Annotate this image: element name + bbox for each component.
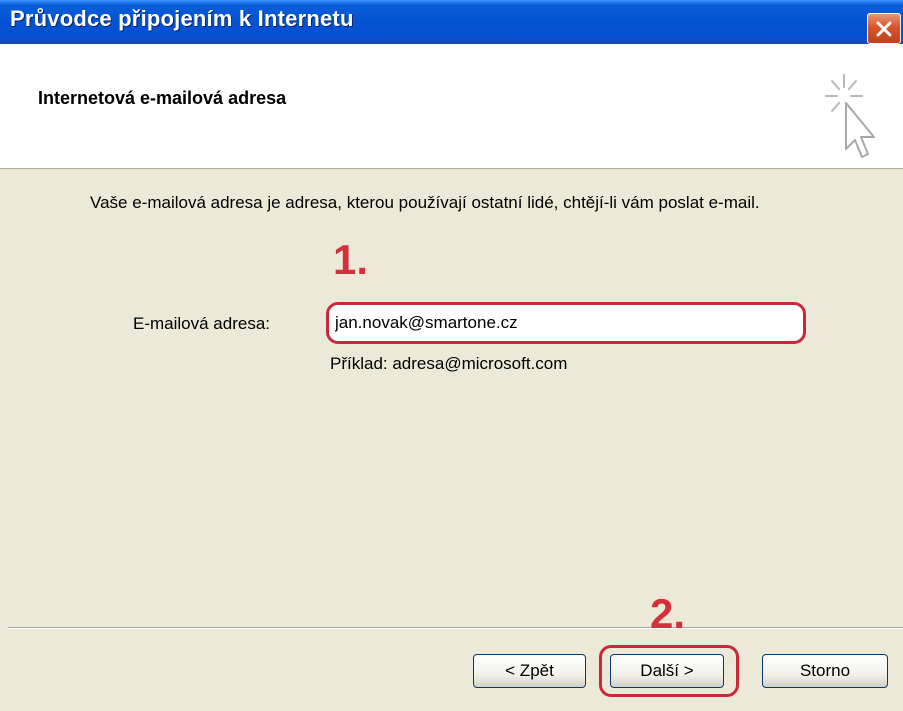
- footer-divider: [8, 627, 903, 629]
- wizard-cursor-icon: [825, 74, 875, 158]
- page-title: Internetová e-mailová adresa: [38, 88, 287, 108]
- cancel-button[interactable]: Storno: [762, 654, 888, 688]
- title-bar[interactable]: Průvodce připojením k Internetu: [0, 0, 903, 44]
- email-label: E-mailová adresa:: [133, 314, 271, 333]
- email-example-hint: Příklad: adresa@microsoft.com: [330, 354, 568, 373]
- wizard-window: Průvodce připojením k Internetu Internet…: [0, 0, 903, 711]
- close-icon: [876, 21, 892, 37]
- step-2-annotation: 2.: [650, 590, 686, 637]
- window-title: Průvodce připojením k Internetu: [10, 6, 354, 31]
- email-field[interactable]: [326, 302, 806, 344]
- description-text: Vaše e-mailová adresa je adresa, kterou …: [90, 193, 760, 212]
- wizard-header: Internetová e-mailová adresa: [0, 44, 903, 169]
- close-button[interactable]: [867, 13, 901, 44]
- back-button[interactable]: < Zpět: [473, 654, 586, 688]
- step-1-annotation: 1.: [333, 236, 369, 283]
- next-button[interactable]: Další >: [610, 654, 724, 688]
